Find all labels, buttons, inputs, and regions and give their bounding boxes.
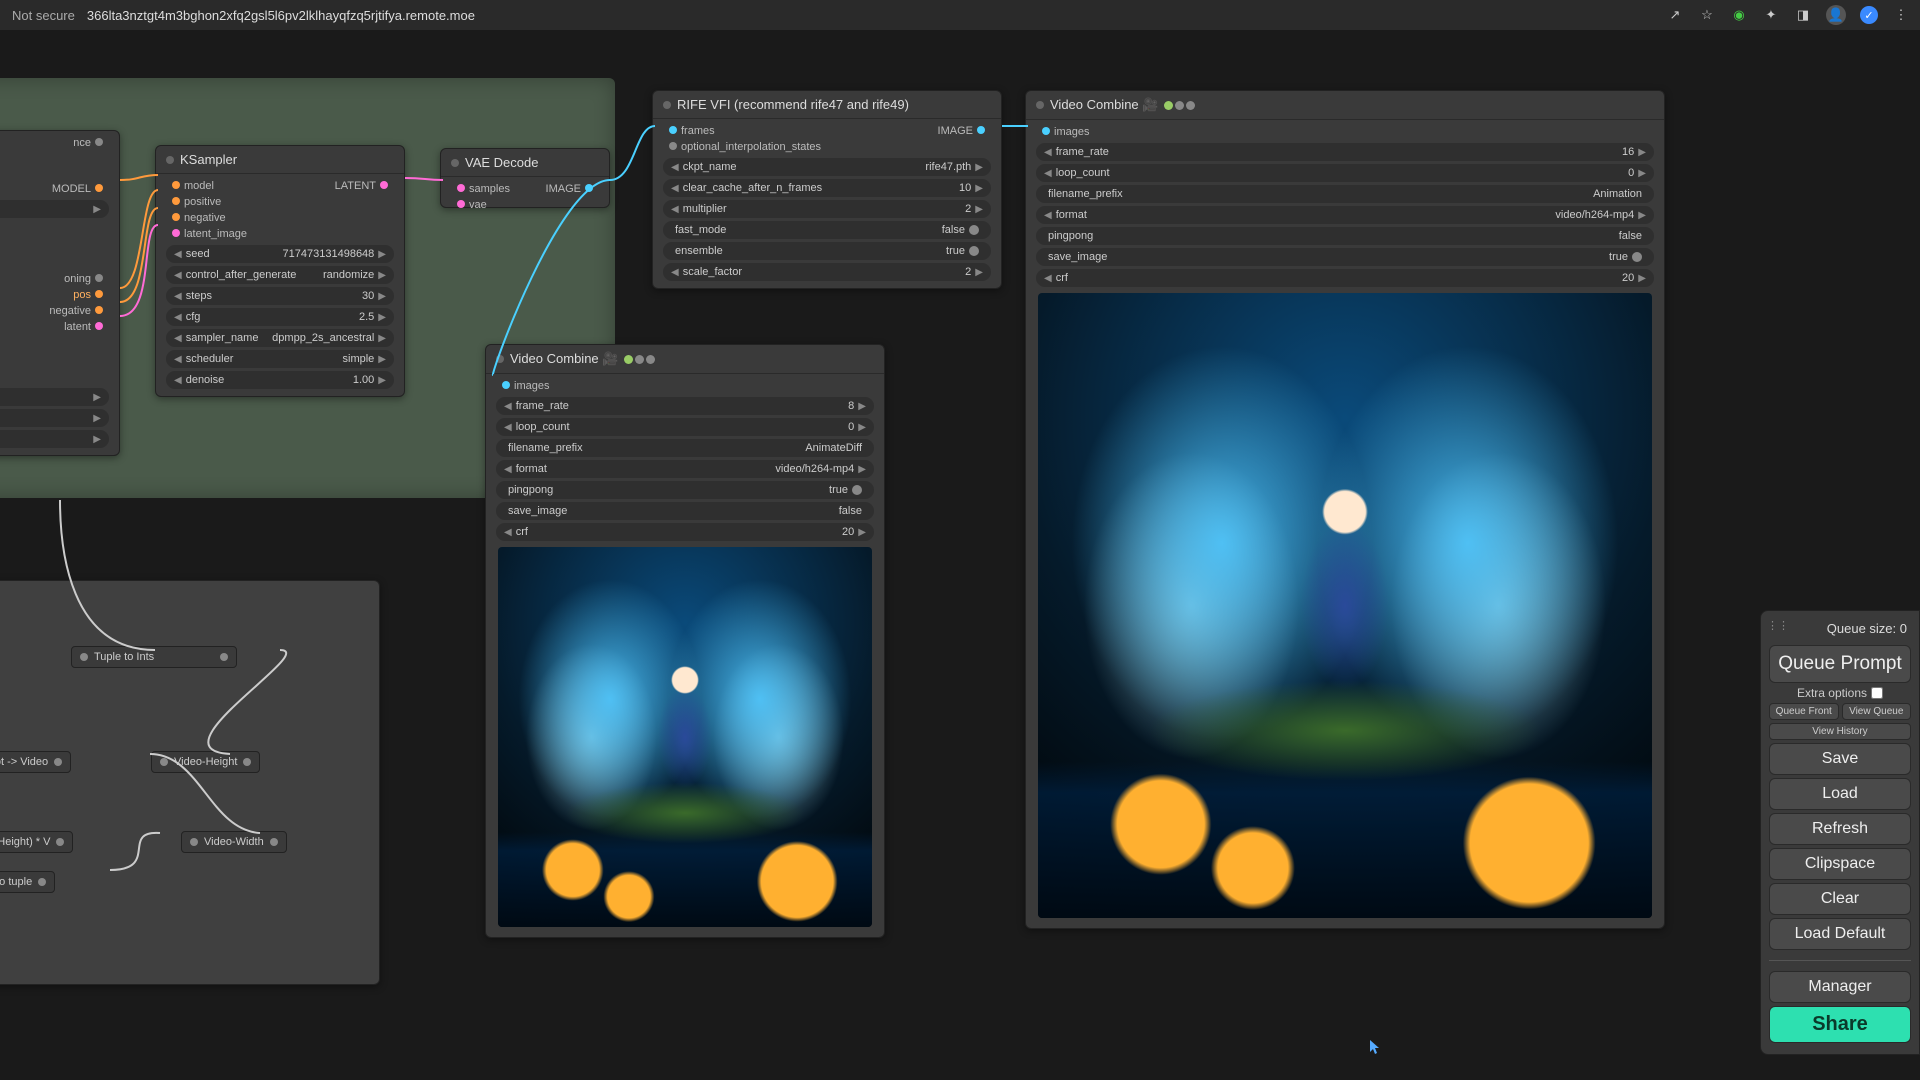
widget[interactable]: ◀6▶ [0,409,109,427]
profile-icon[interactable]: 👤 [1826,5,1846,25]
clipspace-button[interactable]: Clipspace [1769,848,1911,880]
seed-widget[interactable]: ◀seed717473131498648▶ [166,245,394,263]
star-icon[interactable]: ☆ [1698,6,1716,24]
check-icon[interactable]: ✓ [1860,6,1878,24]
node-title[interactable]: RIFE VFI (recommend rife47 and rife49) [653,91,1001,119]
browser-address-bar: Not secure 366lta3nztgt4m3bghon2xfq2gsl5… [0,0,1920,30]
tuple-to-ints-node[interactable]: Tuple to Ints [71,646,237,668]
ckpt-name-widget[interactable]: ◀ckpt_namerife47.pth▶ [663,158,991,176]
extra-options-toggle[interactable]: Extra options [1769,686,1911,700]
video-width-node[interactable]: Video-Width [181,831,287,853]
format-widget[interactable]: ◀formatvideo/h264-mp4▶ [1036,206,1654,224]
rife-vfi-node[interactable]: RIFE VFI (recommend rife47 and rife49) f… [652,90,1002,289]
view-queue-button[interactable]: View Queue [1842,703,1912,720]
menu-icon[interactable]: ⋮ [1892,6,1910,24]
node-title[interactable]: VAE Decode [441,149,609,177]
crf-widget[interactable]: ◀crf20▶ [1036,269,1654,287]
security-badge: Not secure [12,8,75,23]
multiplier-widget[interactable]: ◀multiplier2▶ [663,200,991,218]
widget[interactable]: ◀127▶ [0,388,109,406]
scheduler-widget[interactable]: ◀schedulersimple▶ [166,350,394,368]
video-preview[interactable] [1038,293,1652,918]
loop-count-widget[interactable]: ◀loop_count0▶ [496,418,874,436]
loop-count-widget[interactable]: ◀loop_count0▶ [1036,164,1654,182]
video-preview[interactable] [498,547,872,927]
queue-front-button[interactable]: Queue Front [1769,703,1839,720]
video-combine-small-node[interactable]: Video Combine 🎥 images ◀frame_rate8▶ ◀lo… [485,344,885,938]
control-after-generate-widget[interactable]: ◀control_after_generaterandomize▶ [166,266,394,284]
vae-decode-node[interactable]: VAE Decode samplesIMAGE vae [440,148,610,208]
control-panel[interactable]: ⋮⋮ Queue size: 0 Queue Prompt Extra opti… [1760,610,1920,1055]
shield-icon[interactable]: ◉ [1730,6,1748,24]
denoise-widget[interactable]: ◀denoise1.00▶ [166,371,394,389]
fast-mode-widget[interactable]: fast_modefalse [663,221,991,239]
browser-toolbar-icons: ↗ ☆ ◉ ✦ ◨ 👤 ✓ ⋮ [1666,5,1910,25]
panel-bottom-left[interactable]: Tuple to Ints uare root -> Video Video-H… [0,580,380,985]
frame-rate-widget[interactable]: ◀frame_rate16▶ [1036,143,1654,161]
mouse-cursor-icon [1370,1040,1382,1056]
sqrt-video-node[interactable]: uare root -> Video [0,751,71,773]
node-title[interactable]: Video Combine 🎥 [1026,91,1664,120]
partial-node-top[interactable]: nce MODEL ◀1.0▶ oning pos negative laten… [0,130,120,456]
node-title[interactable]: KSampler [156,146,404,174]
load-button[interactable]: Load [1769,778,1911,810]
drag-handle-icon[interactable]: ⋮⋮ [1767,619,1789,632]
frame-rate-widget[interactable]: ◀frame_rate8▶ [496,397,874,415]
share-button[interactable]: Share [1769,1006,1911,1043]
ensemble-widget[interactable]: ensembletrue [663,242,991,260]
panel-icon[interactable]: ◨ [1794,6,1812,24]
node-title[interactable]: Video Combine 🎥 [486,345,884,374]
video-combine-large-node[interactable]: Video Combine 🎥 images ◀frame_rate16▶ ◀l… [1025,90,1665,929]
filename-prefix-widget[interactable]: filename_prefixAnimation [1036,185,1654,203]
sampler-name-widget[interactable]: ◀sampler_namedpmpp_2s_ancestral▶ [166,329,394,347]
refresh-button[interactable]: Refresh [1769,813,1911,845]
share-icon[interactable]: ↗ [1666,6,1684,24]
save-image-widget[interactable]: save_imagefalse [496,502,874,520]
ksampler-node[interactable]: KSampler modelLATENT positive negative l… [155,145,405,397]
scale-factor-widget[interactable]: ◀scale_factor2▶ [663,263,991,281]
steps-widget[interactable]: ◀steps30▶ [166,287,394,305]
node-canvas[interactable]: nce MODEL ◀1.0▶ oning pos negative laten… [0,30,1920,1080]
manager-button[interactable]: Manager [1769,971,1911,1003]
extensions-icon[interactable]: ✦ [1762,6,1780,24]
url-text[interactable]: 366lta3nztgt4m3bghon2xfq2gsl5l6pv2lklhay… [87,8,475,23]
view-history-button[interactable]: View History [1769,723,1911,740]
width-height-node[interactable]: Width / Height) * V [0,831,73,853]
cfg-widget[interactable]: ◀cfg2.5▶ [166,308,394,326]
widget[interactable]: ◀1.0▶ [0,200,109,218]
crf-widget[interactable]: ◀crf20▶ [496,523,874,541]
format-widget[interactable]: ◀formatvideo/h264-mp4▶ [496,460,874,478]
load-default-button[interactable]: Load Default [1769,918,1911,950]
pingpong-widget[interactable]: pingpongfalse [1036,227,1654,245]
save-button[interactable]: Save [1769,743,1911,775]
clear-cache-widget[interactable]: ◀clear_cache_after_n_frames10▶ [663,179,991,197]
save-image-widget[interactable]: save_imagetrue [1036,248,1654,266]
to-tuple-node[interactable]: t to tuple [0,871,55,893]
pingpong-widget[interactable]: pingpongtrue [496,481,874,499]
filename-prefix-widget[interactable]: filename_prefixAnimateDiff [496,439,874,457]
clear-button[interactable]: Clear [1769,883,1911,915]
queue-size-label: Queue size: 0 [1769,619,1911,642]
video-height-node[interactable]: Video-Height [151,751,260,773]
widget[interactable]: ◀0.00▶ [0,430,109,448]
queue-prompt-button[interactable]: Queue Prompt [1769,645,1911,683]
